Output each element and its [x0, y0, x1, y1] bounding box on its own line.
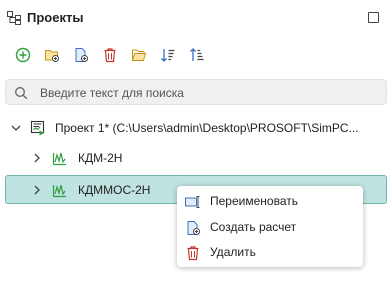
maximize-icon[interactable] [368, 12, 379, 23]
delete-icon[interactable] [99, 44, 121, 66]
menu-item-create-calculation[interactable]: Создать расчет [177, 215, 363, 240]
search-icon [15, 87, 28, 100]
context-menu: Переименовать Создать расчет Удалить [177, 186, 363, 267]
model-icon [52, 152, 66, 166]
chevron-down-icon[interactable] [10, 122, 22, 134]
open-folder-icon[interactable] [128, 44, 150, 66]
chevron-right-icon[interactable] [31, 184, 43, 196]
tree-root-label: Проект 1* (C:\Users\admin\Desktop\PROSOF… [55, 121, 359, 135]
add-file-icon[interactable] [70, 44, 92, 66]
tree-item-label: КДММОС-2Н [78, 183, 151, 197]
tree-item-label: КДМ-2Н [78, 151, 123, 165]
add-circle-icon[interactable] [12, 44, 34, 66]
search-box [5, 79, 387, 105]
search-input[interactable] [40, 83, 380, 102]
projects-panel: Проекты Введите текст для поиска Проект … [0, 0, 392, 299]
sort-descending-icon[interactable] [157, 44, 179, 66]
model-icon [52, 184, 66, 198]
create-calculation-icon [187, 221, 200, 235]
panel-header: Проекты [0, 0, 392, 36]
delete-icon [187, 246, 199, 261]
sort-ascending-icon[interactable] [186, 44, 208, 66]
project-tree-icon [7, 11, 21, 25]
rename-icon [185, 196, 200, 208]
chevron-right-icon[interactable] [31, 152, 43, 164]
tree-item-kdm-2n[interactable]: КДМ-2Н [5, 144, 387, 172]
menu-item-rename[interactable]: Переименовать [177, 189, 363, 214]
tree-root-project[interactable]: Проект 1* (C:\Users\admin\Desktop\PROSOF… [5, 114, 387, 142]
panel-title: Проекты [27, 10, 84, 25]
menu-item-label: Переименовать [210, 194, 298, 208]
menu-item-label: Удалить [210, 245, 256, 259]
menu-item-label: Создать расчет [210, 220, 297, 234]
menu-item-delete[interactable]: Удалить [177, 240, 363, 265]
project-icon [30, 120, 45, 136]
add-folder-icon[interactable] [41, 44, 63, 66]
